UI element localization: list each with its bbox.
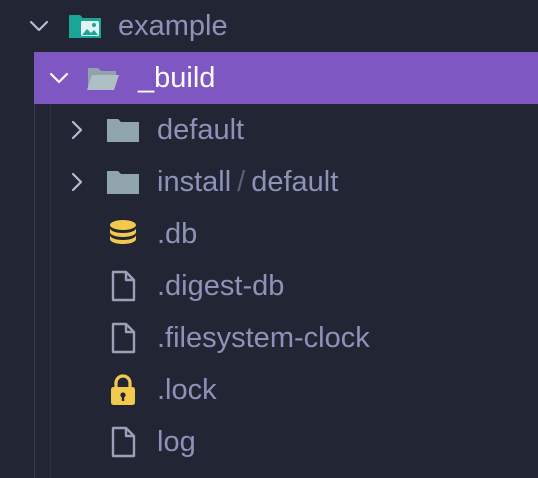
tree-label-example: example — [118, 10, 228, 42]
file-icon — [106, 269, 140, 303]
tree-row-install-default[interactable]: install / default — [0, 156, 538, 208]
compact-folder-segment-default[interactable]: default — [251, 166, 338, 198]
compact-folder-segment-install[interactable]: install — [157, 166, 231, 198]
file-icon — [106, 425, 140, 459]
tree-row-build-selected[interactable]: _build — [34, 52, 538, 104]
file-icon — [106, 321, 140, 355]
folder-icon — [106, 165, 140, 199]
tree-label-filesystem-clock: .filesystem-clock — [157, 322, 370, 354]
tree-label-install: install / default — [157, 156, 338, 208]
tree-label-default: default — [157, 114, 245, 146]
tree-label-db: .db — [157, 218, 198, 250]
tree-label-log: log — [157, 426, 196, 458]
chevron-down-icon[interactable] — [28, 15, 50, 37]
tree-label-build: _build — [138, 62, 216, 94]
folder-images-icon — [68, 9, 102, 43]
folder-icon — [106, 113, 140, 147]
tree-row-filesystem-clock[interactable]: .filesystem-clock — [0, 312, 538, 364]
folder-open-icon — [86, 61, 120, 95]
chevron-right-icon[interactable] — [66, 171, 88, 193]
tree-row-lock[interactable]: .lock — [0, 364, 538, 416]
tree-row-db[interactable]: .db — [0, 208, 538, 260]
tree-row-log[interactable]: log — [0, 416, 538, 468]
file-tree: example _build default install / default… — [0, 0, 538, 478]
lock-icon — [106, 373, 140, 407]
tree-row-digest-db[interactable]: .digest-db — [0, 260, 538, 312]
tree-label-lock: .lock — [157, 374, 217, 406]
tree-row-default[interactable]: default — [0, 104, 538, 156]
compact-folder-separator: / — [237, 166, 246, 198]
tree-label-digest-db: .digest-db — [157, 270, 285, 302]
chevron-down-icon[interactable] — [48, 67, 70, 89]
chevron-right-icon[interactable] — [66, 119, 88, 141]
database-icon — [106, 217, 140, 251]
tree-row-example[interactable]: example — [0, 0, 538, 52]
